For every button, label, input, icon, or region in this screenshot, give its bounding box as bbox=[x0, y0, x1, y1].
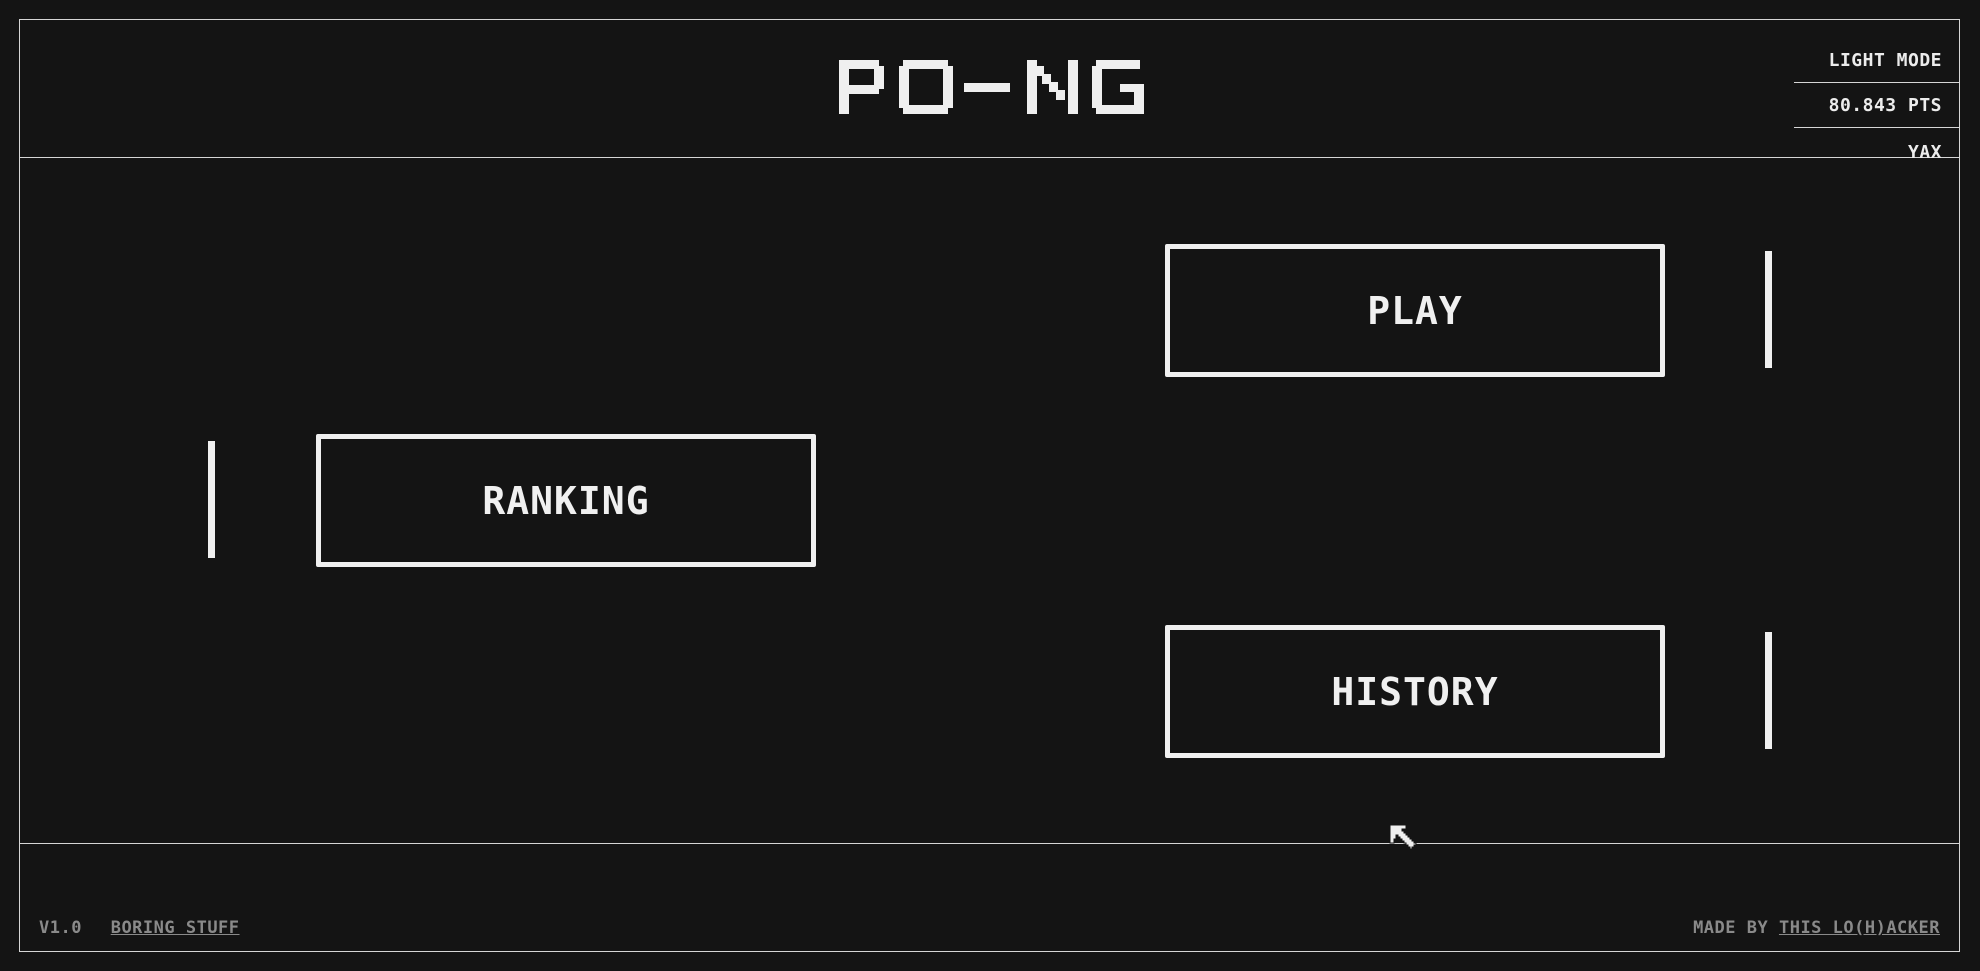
header-divider bbox=[19, 157, 1960, 158]
username-link[interactable]: YAX bbox=[1794, 130, 1960, 174]
made-by-label: MADE BY bbox=[1693, 918, 1769, 938]
ranking-paddle bbox=[208, 441, 215, 558]
points-display[interactable]: 80.843 PTS bbox=[1794, 83, 1960, 128]
version-label: V1.0 bbox=[39, 918, 82, 938]
footer-right: MADE BY THIS LO(H)ACKER bbox=[1693, 918, 1940, 938]
app-title: PO-NG bbox=[830, 48, 1150, 128]
footer-left: V1.0 BORING STUFF bbox=[39, 918, 240, 938]
author-link[interactable]: THIS LO(H)ACKER bbox=[1779, 918, 1940, 938]
top-right-menu: LIGHT MODE 80.843 PTS YAX bbox=[1794, 19, 1960, 163]
app-frame bbox=[19, 19, 1960, 952]
light-mode-toggle[interactable]: LIGHT MODE bbox=[1794, 38, 1960, 83]
pixel-logo-icon bbox=[839, 60, 1144, 114]
history-button[interactable]: HISTORY bbox=[1165, 625, 1665, 758]
boring-stuff-link[interactable]: BORING STUFF bbox=[111, 918, 240, 938]
ranking-button[interactable]: RANKING bbox=[316, 434, 816, 567]
play-button[interactable]: PLAY bbox=[1165, 244, 1665, 377]
play-paddle bbox=[1765, 251, 1772, 368]
pixel-arrow-cursor-icon bbox=[1388, 823, 1420, 859]
history-paddle bbox=[1765, 632, 1772, 749]
footer-divider bbox=[19, 843, 1960, 844]
